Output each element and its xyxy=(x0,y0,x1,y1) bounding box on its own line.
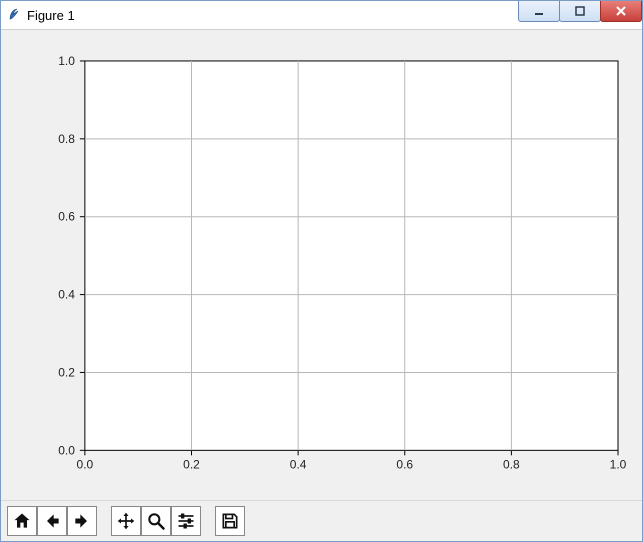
pan-button[interactable] xyxy=(111,506,141,536)
x-tick-label: 0.0 xyxy=(77,457,94,471)
x-tick: 0.6 xyxy=(396,450,413,471)
home-icon xyxy=(12,511,32,531)
sliders-icon xyxy=(176,511,196,531)
minimize-button[interactable] xyxy=(518,1,560,22)
window-controls xyxy=(519,1,642,29)
move-icon xyxy=(116,511,136,531)
x-tick-label: 0.8 xyxy=(503,457,520,471)
y-tick: 0.4 xyxy=(58,288,85,302)
y-tick: 0.2 xyxy=(58,365,85,379)
y-tick: 0.6 xyxy=(58,210,85,224)
plot-canvas[interactable]: 0.0 0.2 0.4 0.6 0.8 1.0 0.0 0.2 0.4 0.6 0.8 1.0 xyxy=(7,36,636,495)
y-tick-label: 0.8 xyxy=(58,132,75,146)
x-tick-label: 0.2 xyxy=(183,457,200,471)
y-tick-label: 0.4 xyxy=(58,288,75,302)
y-tick-label: 0.6 xyxy=(58,210,75,224)
x-tick-label: 0.6 xyxy=(396,457,413,471)
maximize-button[interactable] xyxy=(559,1,601,22)
x-tick: 0.4 xyxy=(290,450,307,471)
x-tick: 0.2 xyxy=(183,450,200,471)
nav-toolbar xyxy=(1,500,642,541)
x-tick: 0.0 xyxy=(77,450,94,471)
y-tick: 0.0 xyxy=(58,443,85,457)
x-tick-label: 0.4 xyxy=(290,457,307,471)
x-tick: 0.8 xyxy=(503,450,520,471)
configure-button[interactable] xyxy=(171,506,201,536)
app-window: Figure 1 0.00.20.40.60.81.00.00.20.40.60… xyxy=(0,0,643,542)
tk-feather-icon xyxy=(7,7,21,24)
back-button[interactable] xyxy=(37,506,67,536)
y-tick-label: 0.0 xyxy=(58,443,75,457)
axes-background xyxy=(85,61,618,450)
x-tick: 1.0 xyxy=(610,450,627,471)
y-tick: 1.0 xyxy=(58,54,85,68)
close-button[interactable] xyxy=(600,1,642,22)
y-tick: 0.8 xyxy=(58,132,85,146)
titlebar: Figure 1 xyxy=(1,1,642,30)
y-tick-label: 0.2 xyxy=(58,365,75,379)
arrow-left-icon xyxy=(42,511,62,531)
home-button[interactable] xyxy=(7,506,37,536)
arrow-right-icon xyxy=(72,511,92,531)
figure-canvas-area: 0.0 0.2 0.4 0.6 0.8 1.0 0.0 0.2 0.4 0.6 0.8 1.0 xyxy=(1,30,642,500)
y-tick-label: 1.0 xyxy=(58,54,75,68)
save-icon xyxy=(220,511,240,531)
x-tick-label: 1.0 xyxy=(610,457,627,471)
magnifier-icon xyxy=(146,511,166,531)
forward-button[interactable] xyxy=(67,506,97,536)
save-button[interactable] xyxy=(215,506,245,536)
zoom-button[interactable] xyxy=(141,506,171,536)
window-title: Figure 1 xyxy=(27,8,75,23)
